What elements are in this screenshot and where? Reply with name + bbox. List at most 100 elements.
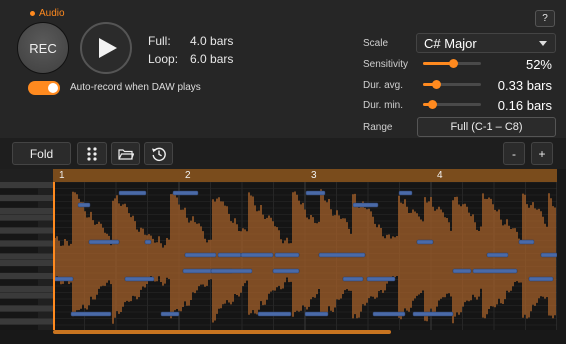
note-grid[interactable]: 1 2 3 4 (53, 169, 557, 330)
midi-note[interactable] (53, 276, 74, 282)
piano-key[interactable] (0, 286, 53, 292)
grid-button[interactable] (77, 142, 107, 165)
loop-length-row: Loop: 6.0 bars (148, 52, 233, 66)
play-icon (99, 38, 117, 58)
piano-key[interactable] (0, 227, 53, 234)
bar-number-1: 1 (59, 170, 65, 181)
piano-key[interactable] (0, 201, 38, 208)
piano-key[interactable] (0, 195, 53, 201)
scale-label: Scale (363, 38, 389, 49)
midi-note[interactable] (452, 268, 472, 274)
piano-key[interactable] (0, 214, 53, 221)
midi-note[interactable] (372, 311, 406, 317)
piano-key[interactable] (0, 208, 53, 214)
audio-indicator: Audio (30, 8, 65, 19)
piano-key[interactable] (0, 266, 38, 273)
piano-key[interactable] (0, 182, 53, 188)
midi-note[interactable] (88, 239, 120, 245)
loop-key: Loop: (148, 52, 179, 66)
midi-note[interactable] (305, 190, 326, 196)
folder-icon (117, 148, 134, 160)
midi-note[interactable] (184, 252, 217, 258)
piano-key[interactable] (0, 292, 53, 299)
midi-note[interactable] (257, 311, 292, 317)
midi-note[interactable] (366, 276, 396, 282)
piano-key[interactable] (0, 299, 38, 305)
piano-keys (0, 182, 53, 331)
midi-note[interactable] (540, 252, 557, 258)
dur-min-thumb[interactable] (428, 100, 438, 109)
zoom-in-button[interactable]: + (531, 142, 553, 165)
midi-note[interactable] (160, 311, 180, 317)
bar-number-2: 2 (185, 170, 191, 181)
piano-key[interactable] (0, 253, 53, 260)
range-label: Range (363, 122, 393, 133)
horizontal-scrollbar[interactable] (53, 330, 557, 335)
recorder-panel: Audio REC Full: 4.0 bars Loop: 6.0 bars … (0, 0, 566, 138)
midi-note[interactable] (210, 268, 253, 274)
piano-key[interactable] (0, 279, 38, 286)
piano-keyboard[interactable] (0, 169, 53, 331)
full-value: 4.0 bars (190, 34, 234, 48)
sensitivity-slider[interactable] (423, 59, 481, 68)
midi-note[interactable] (342, 276, 364, 282)
range-value: Full (C-1 – C8) (450, 121, 523, 133)
fold-label: Fold (29, 146, 54, 161)
loop-value: 6.0 bars (190, 52, 234, 66)
midi-note[interactable] (240, 252, 274, 258)
play-button[interactable] (80, 22, 132, 74)
piano-key[interactable] (0, 325, 38, 331)
dur-min-label: Dur. min. (363, 100, 404, 111)
auto-record-toggle[interactable] (28, 81, 60, 95)
midi-note[interactable] (77, 202, 91, 208)
dur-avg-slider[interactable] (423, 80, 481, 89)
piano-key[interactable] (0, 188, 38, 195)
sensitivity-thumb[interactable] (449, 59, 459, 68)
timeline-ruler[interactable]: 1 2 3 4 (53, 169, 557, 182)
zoom-out-button[interactable]: - (503, 142, 525, 165)
midi-note[interactable] (272, 268, 300, 274)
midi-note[interactable] (274, 252, 300, 258)
midi-note[interactable] (304, 311, 329, 317)
dur-avg-thumb[interactable] (431, 80, 441, 89)
midi-note[interactable] (528, 276, 554, 282)
midi-note[interactable] (472, 268, 518, 274)
zoom-in-label: + (538, 146, 546, 161)
piano-key[interactable] (0, 234, 38, 240)
midi-note[interactable] (70, 311, 112, 317)
open-folder-button[interactable] (111, 142, 140, 165)
help-button[interactable]: ? (535, 10, 555, 27)
help-label: ? (542, 13, 548, 24)
midi-note[interactable] (352, 202, 379, 208)
midi-note[interactable] (518, 239, 535, 245)
zoom-out-label: - (512, 146, 516, 161)
auto-record-label: Auto-record when DAW plays (70, 82, 201, 93)
piano-key[interactable] (0, 221, 38, 227)
piano-key[interactable] (0, 318, 53, 325)
scale-dropdown[interactable]: C# Major (416, 33, 556, 53)
midi-note[interactable] (416, 239, 434, 245)
dur-min-slider[interactable] (423, 100, 481, 109)
piano-key[interactable] (0, 240, 53, 247)
piano-key[interactable] (0, 273, 53, 279)
range-button[interactable]: Full (C-1 – C8) (417, 117, 556, 137)
fold-button[interactable]: Fold (12, 142, 71, 165)
midi-note[interactable] (118, 190, 147, 196)
piano-key[interactable] (0, 305, 53, 312)
sensitivity-label: Sensitivity (363, 59, 409, 70)
rec-button[interactable]: REC (17, 22, 69, 74)
midi-note[interactable] (412, 311, 454, 317)
midi-note[interactable] (318, 252, 366, 258)
midi-note[interactable] (486, 252, 509, 258)
midi-note[interactable] (398, 190, 413, 196)
piano-key[interactable] (0, 247, 38, 253)
piano-key[interactable] (0, 260, 53, 266)
history-button[interactable] (144, 142, 173, 165)
midi-note[interactable] (172, 190, 199, 196)
piano-key[interactable] (0, 312, 38, 318)
sensitivity-value: 52% (525, 57, 552, 72)
scrollbar-thumb[interactable] (53, 330, 391, 334)
midi-note[interactable] (144, 239, 152, 245)
midi-note[interactable] (217, 252, 242, 258)
midi-note[interactable] (124, 276, 155, 282)
